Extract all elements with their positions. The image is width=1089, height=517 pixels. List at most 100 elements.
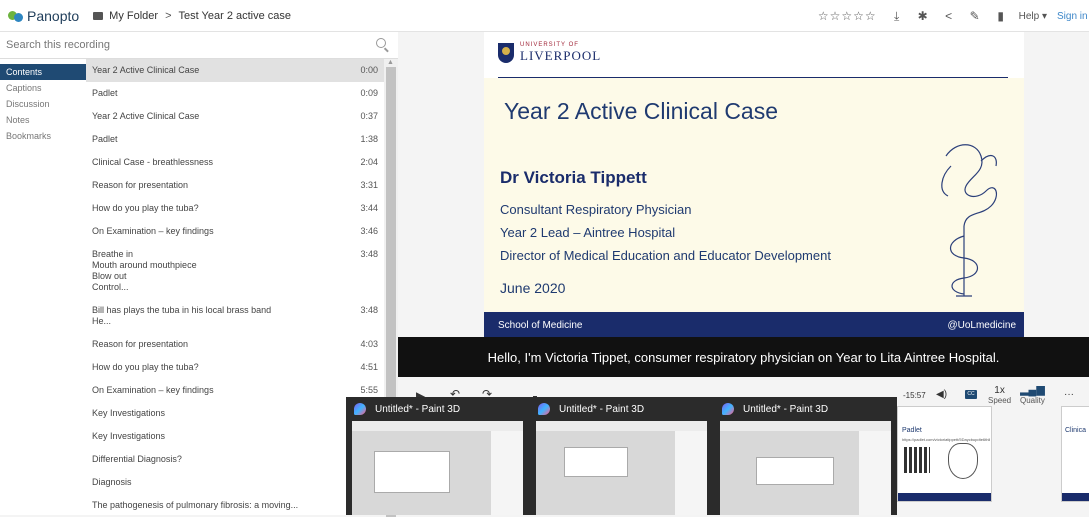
toc-row[interactable]: Padlet 1:38	[86, 128, 384, 151]
window-thumbnail	[352, 421, 523, 515]
breadcrumb-recording: Test Year 2 active case	[178, 9, 292, 22]
tab-captions[interactable]: Captions	[0, 80, 86, 96]
slide-date: June 2020	[500, 280, 566, 296]
presenter-name: Dr Victoria Tippett	[500, 168, 647, 187]
toc-row[interactable]: Year 2 Active Clinical Case 0:00	[86, 59, 384, 82]
window-title-text: Untitled* - Paint 3D	[743, 403, 829, 415]
toc-row[interactable]: Key Investigations	[86, 425, 384, 448]
crest-icon	[498, 43, 514, 63]
taskbar-window-preview[interactable]: Untitled* - Paint 3D	[714, 397, 897, 515]
thumbnail-footer	[1062, 493, 1089, 501]
search-icon[interactable]	[376, 38, 386, 48]
slide-thumbnail[interactable]: Padlet https://padlet.com/victoriatippet…	[897, 406, 992, 502]
download-icon[interactable]: ⤓	[889, 9, 905, 24]
toc-title: Breathe in Mouth around mouthpiece Blow …	[92, 249, 197, 292]
panopto-logo-icon	[8, 10, 24, 22]
logo-text: Panopto	[27, 7, 80, 24]
presenter-role: Consultant Respiratory Physician	[500, 202, 692, 217]
slide-thumbnail[interactable]: Clinica	[1061, 406, 1089, 502]
toc-title: How do you play the tuba?	[92, 362, 199, 372]
help-menu[interactable]: Help ▾	[1019, 11, 1047, 22]
stats-icon[interactable]: ▮	[993, 9, 1009, 23]
toc-row[interactable]: How do you play the tuba? 4:51	[86, 356, 384, 379]
thumbnail-footer	[898, 493, 991, 501]
footer-right: @UoLmedicine	[947, 320, 1016, 331]
taskbar-window-preview[interactable]: Untitled* - Paint 3D	[530, 397, 713, 515]
toc-row[interactable]: Differential Diagnosis?	[86, 448, 384, 471]
toc-title: Reason for presentation	[92, 339, 189, 349]
thumb-side-panel	[859, 431, 891, 515]
toc-row[interactable]: Clinical Case - breathlessness 2:04	[86, 151, 384, 174]
toc-time: 2:04	[360, 157, 378, 167]
paint-3d-icon	[538, 403, 550, 415]
toc-title: How do you play the tuba?	[92, 203, 199, 213]
thumb-dialog	[756, 457, 834, 485]
quality-control[interactable]: ▂▄▆ Quality	[1020, 383, 1045, 405]
search-input[interactable]	[6, 39, 356, 51]
taskbar-window-preview[interactable]: Untitled* - Paint 3D	[346, 397, 529, 515]
toc-title: Padlet	[92, 134, 118, 144]
slide-thumbnails: Padlet https://padlet.com/victoriatippet…	[897, 406, 1089, 502]
breadcrumb: My Folder > Test Year 2 active case	[93, 10, 291, 22]
window-title-text: Untitled* - Paint 3D	[559, 403, 645, 415]
university-logo: UNIVERSITY OF LIVERPOOL	[498, 42, 601, 64]
toc-row[interactable]: Padlet 0:09	[86, 82, 384, 105]
toc-title: Differential Diagnosis?	[92, 454, 182, 464]
toc-time: 3:31	[360, 180, 378, 190]
thumbnail-title: Padlet	[902, 427, 922, 434]
sidebar-nav: Contents Captions Discussion Notes Bookm…	[0, 59, 86, 515]
toc-time: 0:09	[360, 88, 378, 98]
paint-3d-icon	[722, 403, 734, 415]
top-bar: Panopto My Folder > Test Year 2 active c…	[0, 0, 1089, 32]
volume-icon[interactable]: ◀)	[936, 389, 947, 400]
slide-footer: School of Medicine @UoLmedicine	[484, 312, 1024, 337]
toc-row[interactable]: On Examination – key findings 3:46	[86, 220, 384, 243]
share-icon[interactable]: <	[941, 9, 957, 23]
toc-row[interactable]: On Examination – key findings 5:55	[86, 379, 384, 402]
caption-overlay: Hello, I'm Victoria Tippet, consumer res…	[398, 337, 1089, 377]
edit-icon[interactable]: ✎	[967, 9, 983, 23]
tab-discussion[interactable]: Discussion	[0, 96, 86, 112]
toc-row[interactable]: Breathe in Mouth around mouthpiece Blow …	[86, 243, 384, 299]
toc-time: 3:48	[360, 305, 378, 315]
paint-3d-icon	[354, 403, 366, 415]
speed-value: 1x	[994, 385, 1005, 396]
tab-notes[interactable]: Notes	[0, 112, 86, 128]
scroll-up-icon[interactable]: ▲	[387, 59, 394, 66]
panopto-logo[interactable]: Panopto	[8, 8, 79, 24]
window-title: Untitled* - Paint 3D	[354, 403, 460, 415]
slide-title: Year 2 Active Clinical Case	[504, 98, 779, 124]
toc-row[interactable]: Diagnosis	[86, 471, 384, 494]
toc-row[interactable]: Key Investigations	[86, 402, 384, 425]
toc-row[interactable]: How do you play the tuba? 3:44	[86, 197, 384, 220]
quality-label: Quality	[1020, 396, 1045, 405]
footer-left: School of Medicine	[498, 320, 583, 331]
gear-icon[interactable]: ✱	[915, 9, 931, 23]
presenter-role: Year 2 Lead – Aintree Hospital	[500, 225, 676, 240]
thumb-toolbar	[536, 421, 707, 431]
sign-in-link[interactable]: Sign in	[1057, 11, 1089, 22]
toc-row[interactable]: Reason for presentation 3:31	[86, 174, 384, 197]
more-button[interactable]: ···	[1064, 389, 1074, 400]
quality-icon: ▂▄▆	[1020, 384, 1045, 396]
toc-title: On Examination – key findings	[92, 385, 214, 395]
toc-title: On Examination – key findings	[92, 226, 214, 236]
toc-title: Diagnosis	[92, 477, 132, 487]
taskbar-preview: Untitled* - Paint 3D Untitled* - Paint 3…	[346, 397, 897, 515]
breadcrumb-folder[interactable]: My Folder	[109, 10, 158, 22]
thumb-side-panel	[491, 431, 523, 515]
top-actions: ☆☆☆☆☆ ⤓ ✱ < ✎ ▮ Help ▾ Sign in	[818, 0, 1089, 32]
tab-bookmarks[interactable]: Bookmarks	[0, 128, 86, 144]
toc-row[interactable]: Bill has plays the tuba in his local bra…	[86, 299, 384, 333]
speed-control[interactable]: 1x Speed	[988, 385, 1011, 405]
thumbnail-url: https://padlet.com/victoriatippett/5Dayc…	[902, 437, 990, 442]
toc-row[interactable]: Year 2 Active Clinical Case 0:37	[86, 105, 384, 128]
thumb-dialog	[564, 447, 628, 477]
toc-row[interactable]: The pathogenesis of pulmonary fibrosis: …	[86, 494, 384, 515]
toc-row[interactable]: Reason for presentation 4:03	[86, 333, 384, 356]
tab-contents[interactable]: Contents	[0, 64, 86, 80]
rating-stars[interactable]: ☆☆☆☆☆	[818, 9, 877, 23]
cc-button[interactable]: CC	[965, 390, 977, 399]
toc-title: Clinical Case - breathlessness	[92, 157, 214, 167]
window-title-text: Untitled* - Paint 3D	[375, 403, 461, 415]
